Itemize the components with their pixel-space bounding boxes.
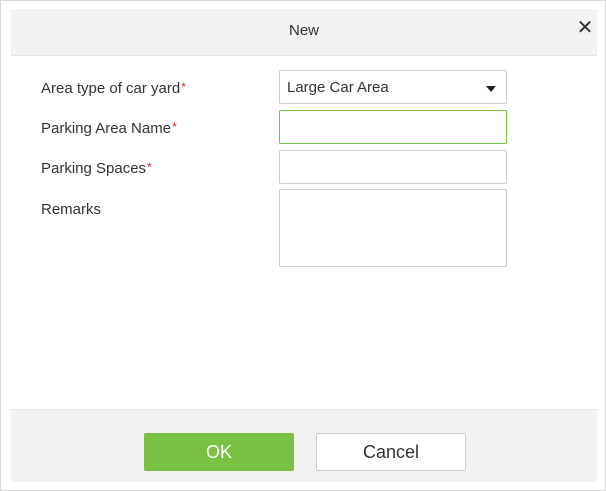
area-type-selected-value: Large Car Area xyxy=(287,79,389,96)
cancel-button[interactable]: Cancel xyxy=(316,433,466,471)
parking-area-name-label-text: Parking Area Name xyxy=(41,120,172,137)
required-mark: * xyxy=(181,80,186,94)
required-mark: * xyxy=(147,160,152,174)
dialog-titlebar: New ✕ xyxy=(11,9,597,56)
close-icon[interactable]: ✕ xyxy=(575,18,595,38)
required-mark: * xyxy=(172,120,177,134)
dialog-body: Area type of car yard* Large Car Area Pa… xyxy=(11,56,597,408)
parking-spaces-label-text: Parking Spaces xyxy=(41,160,147,177)
remarks-textarea[interactable] xyxy=(279,189,507,267)
new-parking-area-dialog: New ✕ Area type of car yard* Large Car A… xyxy=(0,0,606,491)
area-type-select[interactable]: Large Car Area xyxy=(279,70,507,104)
area-type-label: Area type of car yard* xyxy=(41,80,186,97)
parking-area-name-input[interactable] xyxy=(279,110,507,144)
parking-spaces-label: Parking Spaces* xyxy=(41,160,152,177)
ok-button[interactable]: OK xyxy=(144,433,294,471)
dialog-title: New xyxy=(288,22,319,39)
parking-spaces-input[interactable] xyxy=(279,150,507,184)
chevron-down-icon xyxy=(486,86,496,92)
area-type-label-text: Area type of car yard xyxy=(41,80,181,97)
remarks-label: Remarks xyxy=(41,201,101,218)
dialog-footer: OK Cancel xyxy=(11,409,597,482)
parking-area-name-label: Parking Area Name* xyxy=(41,120,177,137)
remarks-label-text: Remarks xyxy=(41,201,102,218)
